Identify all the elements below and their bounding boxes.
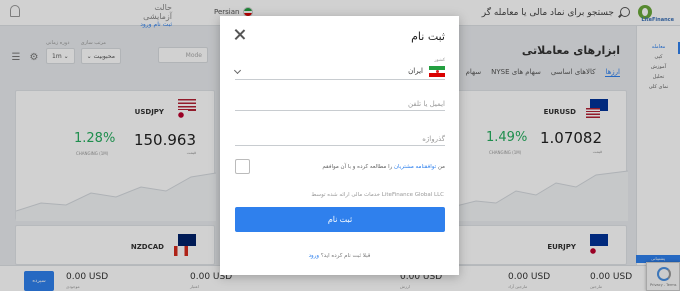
password-field[interactable]: گذرواژه [235,135,445,146]
login-link[interactable]: ورود [309,253,319,259]
agree-prefix: من [436,164,445,170]
close-icon[interactable] [234,29,245,40]
agree-checkbox[interactable] [235,159,250,174]
iran-flag-icon [429,66,445,78]
login-row: قبلا ثبت نام کرده اید؟ ورود [220,253,459,259]
signup-button[interactable]: ثبت نام [235,207,445,232]
country-select[interactable]: کشور ایران [233,58,445,80]
chevron-down-icon [233,66,242,75]
dialog-title: ثبت نام [411,30,445,43]
service-note: خدمات مالی ارائه شده توسط LiteFinance Gl… [311,192,444,198]
client-agreement-link[interactable]: توافقنامه مشتریان [394,164,436,170]
signup-dialog: ثبت نام کشور ایران ایمیل یا تلفن گذرواژه… [220,16,459,275]
password-placeholder: گذرواژه [422,135,445,143]
agreement-row: من توافقنامه مشتریان را مطالعه کرده و با… [235,159,445,175]
country-value: ایران [408,67,423,75]
email-placeholder: ایمیل یا تلفن [407,100,445,108]
email-field[interactable]: ایمیل یا تلفن [235,100,445,111]
agreement-text: من توافقنامه مشتریان را مطالعه کرده و با… [322,164,445,170]
login-prompt: قبلا ثبت نام کرده اید؟ [319,253,371,259]
agree-suffix: را مطالعه کرده و با آن موافقم [322,164,395,170]
country-label: کشور [434,58,445,63]
